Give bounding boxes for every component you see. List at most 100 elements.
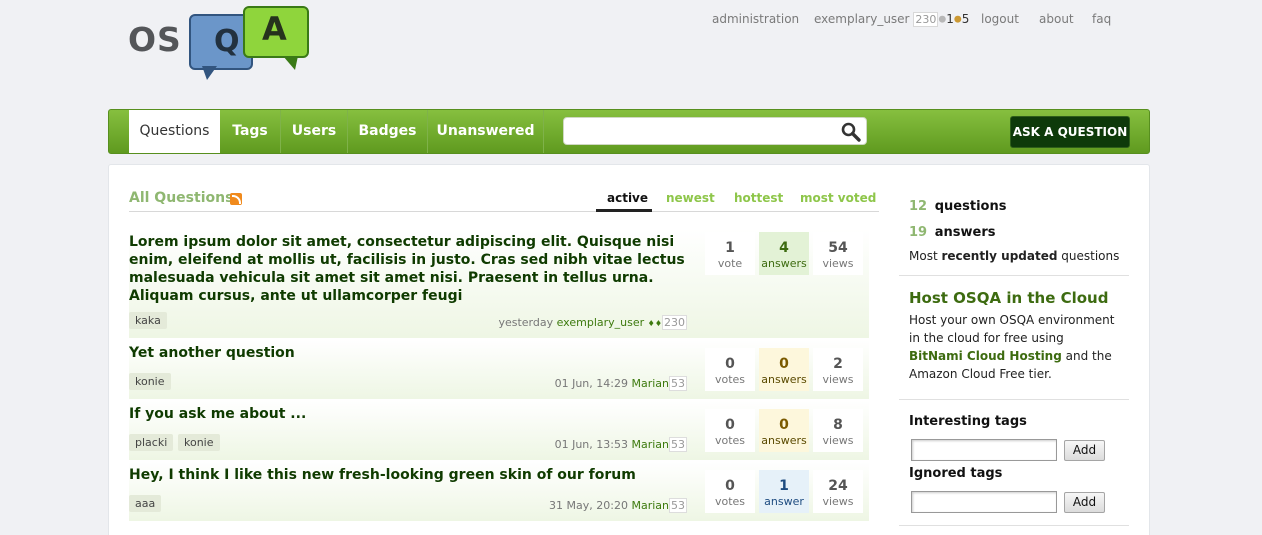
view-number: 24 [828,478,848,494]
answers-count: 19 [909,225,928,240]
host-promo-title: Host OSQA in the Cloud [909,289,1109,307]
search-icon[interactable] [840,121,862,143]
questions-stat: 12 questions [909,199,1006,214]
answer-label: answer [764,495,804,508]
author-reputation: 53 [669,437,687,452]
sort-tab-most-voted[interactable]: most voted [800,191,876,205]
question-title-link[interactable]: Yet another question [129,344,689,362]
faq-link[interactable]: faq [1092,12,1111,26]
vote-label: votes [714,373,746,386]
sort-tabs-divider [129,211,879,212]
sort-tab-newest[interactable]: newest [666,191,715,205]
sidebar-divider [899,399,1129,400]
ask-question-button[interactable]: ASK A QUESTION [1010,116,1130,148]
vote-count: 0 votes [705,470,755,513]
question-tag[interactable]: konie [129,373,171,390]
page-title: All Questions [129,190,234,206]
interesting-tags-input[interactable] [911,439,1057,461]
username: exemplary_user [814,12,910,26]
logo-q-bubble-tail [202,66,217,80]
answers-stat: 19 answers [909,225,995,240]
question-tag[interactable]: placki [129,434,174,451]
question-time: 01 Jun, 13:53 [554,438,628,451]
tab-questions[interactable]: Questions [129,110,220,153]
vote-label: votes [714,434,746,447]
view-label: views [822,495,854,508]
administration-link[interactable]: administration [712,12,799,26]
question-tag[interactable]: aaa [129,495,162,512]
question-meta: 01 Jun, 14:29 Marian 53 [555,376,687,391]
vote-label: vote [717,257,743,270]
about-link[interactable]: about [1039,12,1074,26]
question-title-link[interactable]: Hey, I think I like this new fresh-looki… [129,466,689,484]
rss-feed-icon[interactable] [230,193,242,205]
answer-number: 0 [779,356,789,372]
questions-count: 12 [909,199,928,214]
silver-badge-count: 1 [946,12,954,26]
question-row: Yet another question konie 01 Jun, 14:29… [129,340,869,400]
ignored-tags-label: Ignored tags [909,466,1003,481]
answers-label: answers [934,225,996,240]
add-ignored-tag-button[interactable]: Add [1064,492,1105,513]
question-meta: yesterday exemplary_user ♦♦ 230 [498,315,687,330]
logo-q-letter: Q [214,24,240,59]
view-label: views [822,257,854,270]
sort-description-suffix: questions [1057,249,1120,263]
author-badges-icon: ♦♦ [647,319,662,328]
questions-label: questions [934,199,1007,214]
main-navbar: Questions Tags Users Badges Unanswered A… [108,109,1150,154]
answer-count: 1 answer [759,470,809,513]
view-count: 54 views [813,232,863,275]
vote-label: votes [714,495,746,508]
question-meta: 01 Jun, 13:53 Marian 53 [554,437,687,452]
tab-unanswered[interactable]: Unanswered [428,110,544,153]
question-author-link[interactable]: Marian [631,499,669,512]
tab-tags[interactable]: Tags [220,110,281,153]
answer-label: answers [761,257,807,270]
vote-count: 0 votes [705,409,755,452]
sort-description-bold: recently updated [941,249,1058,263]
osqa-logo[interactable]: OS Q A [128,6,310,80]
tab-users[interactable]: Users [281,110,348,153]
bronze-badge-icon: ● [953,14,962,25]
vote-count: 1 vote [705,232,755,275]
sidebar-divider [899,525,1129,526]
question-time: 31 May, 20:20 [549,499,628,512]
logo-a-bubble-tail [283,56,298,70]
question-row: Lorem ipsum dolor sit amet, consectetur … [129,229,869,339]
view-count: 8 views [813,409,863,452]
question-title-link[interactable]: If you ask me about ... [129,405,689,423]
sidebar-divider [899,275,1129,276]
ignored-tags-input[interactable] [911,491,1057,513]
sort-tab-active[interactable]: active [607,191,648,205]
question-tag[interactable]: konie [178,434,220,451]
user-profile-link[interactable]: exemplary_user 230 ●1●5 [814,12,969,27]
search-input[interactable] [563,117,867,145]
view-count: 2 views [813,348,863,391]
sort-description-prefix: Most [909,249,942,263]
view-label: views [822,434,854,447]
logout-link[interactable]: logout [981,12,1019,26]
vote-number: 0 [725,417,735,433]
question-author-link[interactable]: Marian [631,377,669,390]
answer-label: answers [761,373,807,386]
host-promo-text: Host your own OSQA environment in the cl… [909,311,1119,383]
question-time: yesterday [498,316,554,329]
question-row: Hey, I think I like this new fresh-looki… [129,462,869,522]
sort-tab-hottest[interactable]: hottest [734,191,783,205]
bitnami-link[interactable]: BitNami Cloud Hosting [909,349,1062,363]
question-author-link[interactable]: exemplary_user [557,316,645,329]
answer-number: 0 [779,417,789,433]
vote-number: 0 [725,356,735,372]
view-number: 8 [833,417,843,433]
add-interesting-tag-button[interactable]: Add [1064,440,1105,461]
answer-count: 0 answers [759,409,809,452]
host-promo-text-1: Host your own OSQA environment in the cl… [909,313,1115,345]
author-reputation: 230 [662,315,687,330]
answer-number: 1 [779,478,789,494]
question-author-link[interactable]: Marian [631,438,669,451]
question-tag[interactable]: kaka [129,312,167,329]
user-reputation: 230 [913,12,939,27]
question-title-link[interactable]: Lorem ipsum dolor sit amet, consectetur … [129,233,689,305]
tab-badges[interactable]: Badges [348,110,428,153]
